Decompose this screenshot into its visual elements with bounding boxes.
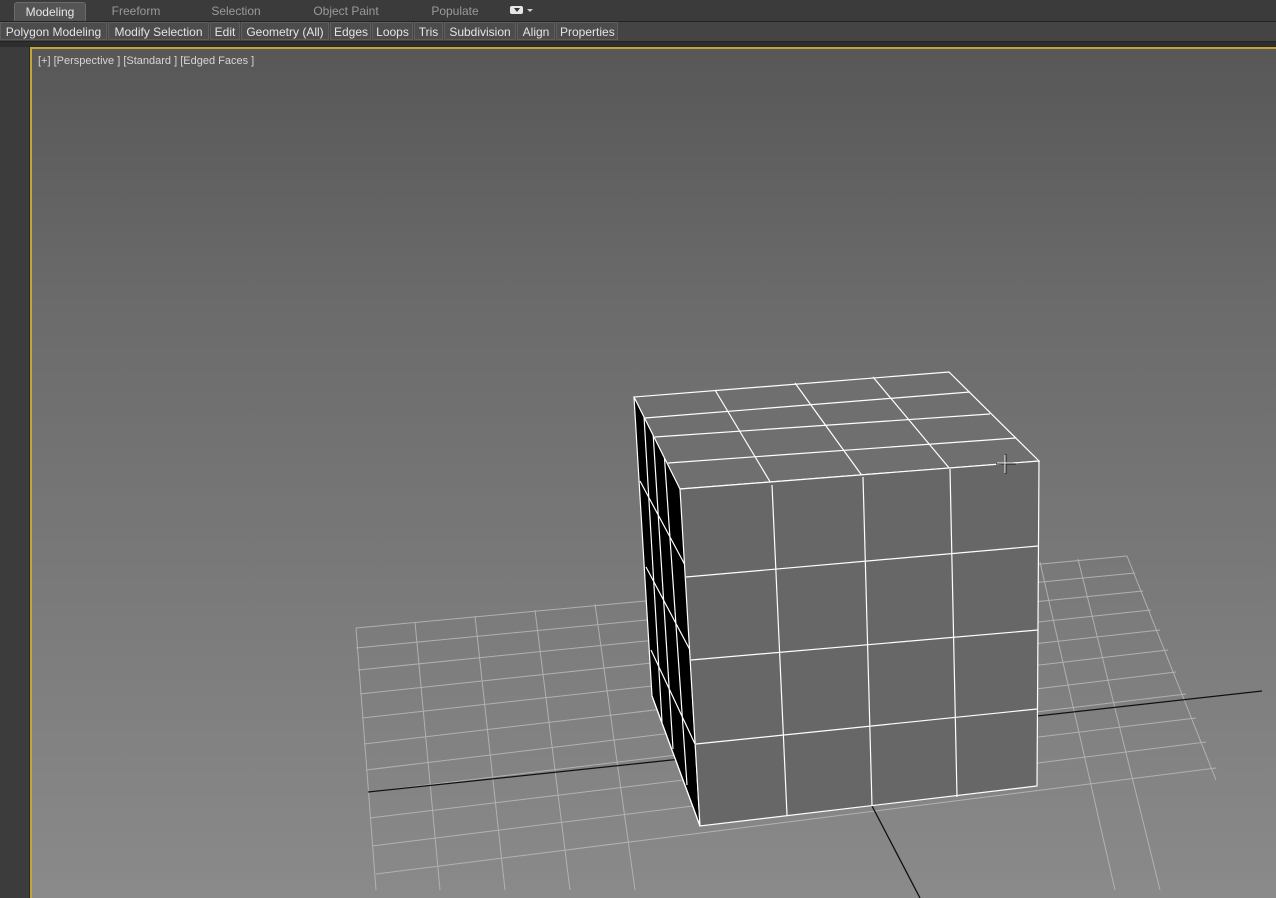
tab-overflow-button[interactable] [510, 6, 533, 16]
ribbon-toggle-icon [510, 6, 523, 14]
modify-selection-button[interactable]: Modify Selection [108, 22, 209, 40]
cube-object [633, 371, 1041, 827]
loops-button[interactable]: Loops [372, 22, 413, 40]
tab-populate[interactable]: Populate [420, 2, 490, 20]
left-side-panel [0, 47, 30, 898]
tab-selection[interactable]: Selection [200, 2, 272, 20]
geometry-all-button[interactable]: Geometry (All) [241, 22, 329, 40]
ribbon-panel-bar: Polygon Modeling Modify Selection Edit G… [0, 22, 1276, 42]
cube-front-face [679, 460, 1040, 827]
align-button[interactable]: Align [517, 22, 555, 40]
tab-modeling[interactable]: Modeling [14, 2, 86, 21]
ribbon-tab-bar: Modeling Freeform Selection Object Paint… [0, 0, 1276, 22]
subdivision-button[interactable]: Subdivision [444, 22, 516, 40]
tab-object-paint[interactable]: Object Paint [300, 2, 392, 20]
polygon-modeling-button[interactable]: Polygon Modeling [0, 22, 107, 40]
chevron-down-icon [527, 9, 533, 12]
tab-freeform[interactable]: Freeform [100, 2, 172, 20]
perspective-viewport[interactable]: [+] [Perspective ] [Standard ] [Edged Fa… [30, 47, 1276, 898]
properties-button[interactable]: Properties [556, 22, 618, 40]
viewport-scene [355, 371, 1263, 898]
tris-button[interactable]: Tris [414, 22, 443, 40]
edges-button[interactable]: Edges [330, 22, 371, 40]
edit-button[interactable]: Edit [210, 22, 240, 40]
